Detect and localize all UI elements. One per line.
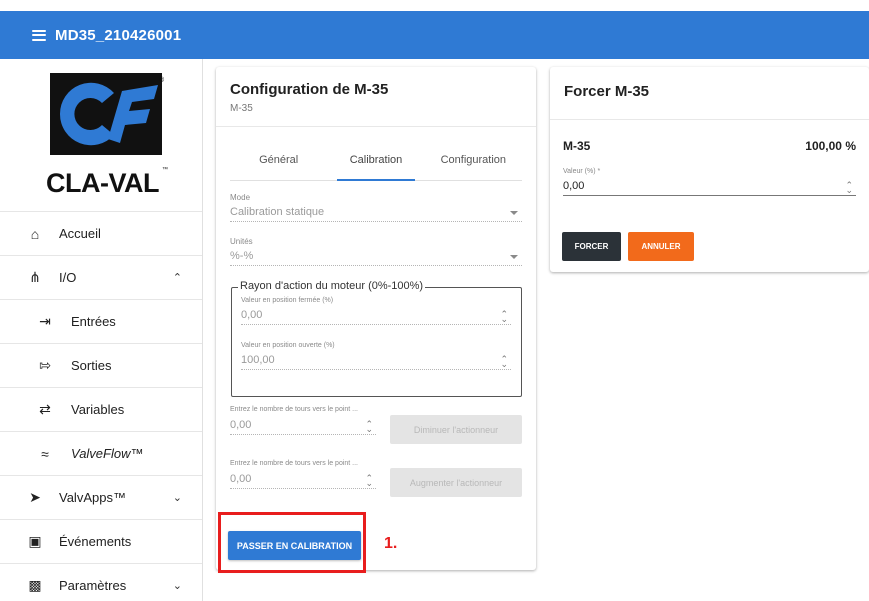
chevron-down-icon: ⌄	[172, 580, 182, 592]
turns-value-1: 0,00	[230, 419, 252, 431]
sidebar: ® CLA-VAL ™ ⌂ Accueil ⋔ I/O ⌃ ⇥ Entrées …	[0, 59, 203, 601]
stepper-icon[interactable]: ⌃ ⌄	[845, 181, 853, 195]
registered-mark: ®	[159, 77, 165, 84]
step-marker: 1.	[384, 535, 398, 552]
sidebar-item-label: I/O	[59, 270, 77, 285]
force-value-input[interactable]: Valeur (%) * 0,00 ⌃ ⌄	[563, 168, 856, 196]
waves-icon: ≈	[41, 445, 49, 462]
calendar-icon: ▣	[28, 533, 42, 549]
closed-position-input[interactable]: Valeur en position fermée (%) 0,00 ⌃ ⌄	[241, 297, 511, 325]
stepper-icon[interactable]: ⌃ ⌄	[500, 310, 508, 324]
tab-configuration[interactable]: Configuration	[425, 145, 522, 180]
force-card: Forcer M-35 M-35 100,00 % Valeur (%) * 0…	[550, 67, 869, 272]
sidebar-item-sorties[interactable]: ⇰ Sorties	[0, 343, 202, 387]
tab-general[interactable]: Général	[230, 145, 327, 180]
increase-actuator-button[interactable]: Augmenter l'actionneur	[390, 468, 522, 497]
open-position-input[interactable]: Valeur en position ouverte (%) 100,00 ⌃ ⌄	[241, 342, 511, 370]
mode-select[interactable]: Mode Calibration statique	[230, 193, 522, 222]
mode-value: Calibration statique	[230, 206, 325, 218]
sidebar-item-io[interactable]: ⋔ I/O ⌃	[0, 255, 202, 299]
stepper-icon[interactable]: ⌃ ⌄	[365, 474, 373, 488]
sidebar-item-label: Sorties	[71, 358, 112, 373]
io-icon: ⋔	[29, 269, 41, 285]
motor-range-legend: Rayon d'action du moteur (0%-100%)	[238, 280, 426, 292]
open-position-value: 100,00	[241, 354, 275, 366]
login-icon: ⇥	[39, 313, 51, 329]
force-status-row: M-35 100,00 %	[563, 139, 856, 153]
sidebar-nav: ⌂ Accueil ⋔ I/O ⌃ ⇥ Entrées ⇰ Sorties ⇄ …	[0, 211, 202, 601]
sidebar-item-label: Entrées	[71, 314, 116, 329]
sidebar-item-valvapps[interactable]: ➤ ValvApps™ ⌄	[0, 475, 202, 519]
force-percent: 100,00 %	[805, 139, 856, 153]
sidebar-item-variables[interactable]: ⇄ Variables	[0, 387, 202, 431]
configuration-title: Configuration de M-35	[230, 81, 389, 98]
turns-input-2[interactable]: Entrez le nombre de tours vers le point …	[230, 460, 376, 489]
sidebar-item-valveflow[interactable]: ≈ ValveFlow™	[0, 431, 202, 475]
trademark-mark: ™	[162, 167, 168, 173]
apps-icon: ➤	[29, 489, 41, 505]
sidebar-item-label: Variables	[71, 402, 125, 417]
turns-input-1[interactable]: Entrez le nombre de tours vers le point …	[230, 406, 376, 435]
motor-range-group: Rayon d'action du moteur (0%-100%) Valeu…	[231, 280, 522, 397]
claval-logo: ® CLA-VAL ™	[46, 73, 168, 203]
turns-value-2: 0,00	[230, 473, 252, 485]
sidebar-item-label: Paramètres	[59, 578, 127, 593]
configuration-tabs: Général Calibration Configuration	[230, 145, 522, 181]
stepper-icon[interactable]: ⌃ ⌄	[500, 355, 508, 369]
tab-calibration[interactable]: Calibration	[327, 145, 424, 181]
sidebar-item-parametres[interactable]: ▩ Paramètres ⌄	[0, 563, 202, 601]
sidebar-item-accueil[interactable]: ⌂ Accueil	[0, 211, 202, 255]
dropdown-arrow-icon	[510, 255, 518, 259]
home-icon: ⌂	[30, 225, 40, 242]
decrease-actuator-button[interactable]: Diminuer l'actionneur	[390, 415, 522, 444]
sidebar-item-label: ValvApps™	[59, 490, 126, 505]
configuration-card-header: Configuration de M-35 M-35	[216, 67, 536, 127]
force-button[interactable]: FORCER	[562, 232, 621, 261]
configuration-subtitle: M-35	[230, 103, 253, 114]
closed-position-label: Valeur en position fermée (%)	[241, 297, 334, 304]
units-value: %-%	[230, 250, 254, 262]
swap-icon: ⇄	[39, 401, 51, 417]
chevron-down-icon: ⌄	[172, 492, 182, 504]
units-label: Unités	[230, 237, 253, 246]
sidebar-item-label: Accueil	[59, 226, 101, 241]
mode-label: Mode	[230, 193, 251, 202]
closed-position-value: 0,00	[241, 309, 263, 321]
open-position-label: Valeur en position ouverte (%)	[241, 342, 335, 349]
sidebar-item-entrees[interactable]: ⇥ Entrées	[0, 299, 202, 343]
logout-icon: ⇰	[39, 357, 51, 373]
menu-icon[interactable]	[32, 29, 46, 41]
force-value-label: Valeur (%) *	[563, 168, 601, 175]
turns-label-1: Entrez le nombre de tours vers le point …	[230, 406, 359, 413]
device-title: MD35_210426001	[55, 26, 182, 44]
sidebar-item-label: Événements	[59, 534, 132, 549]
force-device: M-35	[563, 139, 591, 153]
stepper-icon[interactable]: ⌃ ⌄	[365, 420, 373, 434]
app-bar: MD35_210426001	[0, 11, 869, 59]
force-title: Forcer M-35	[550, 67, 869, 120]
chevron-up-icon: ⌃	[172, 272, 182, 284]
cancel-button[interactable]: ANNULER	[628, 232, 694, 261]
units-select[interactable]: Unités %-%	[230, 237, 522, 266]
force-value: 0,00	[563, 180, 585, 192]
dropdown-arrow-icon	[510, 211, 518, 215]
claval-logo-mark-icon	[50, 73, 162, 155]
turns-label-2: Entrez le nombre de tours vers le point …	[230, 460, 359, 467]
sidebar-item-evenements[interactable]: ▣ Événements	[0, 519, 202, 563]
logo-wordmark: CLA-VAL	[46, 168, 159, 198]
annotation-highlight-box	[218, 512, 366, 573]
settings-icon: ▩	[28, 577, 42, 593]
sidebar-item-label: ValveFlow™	[71, 446, 144, 461]
